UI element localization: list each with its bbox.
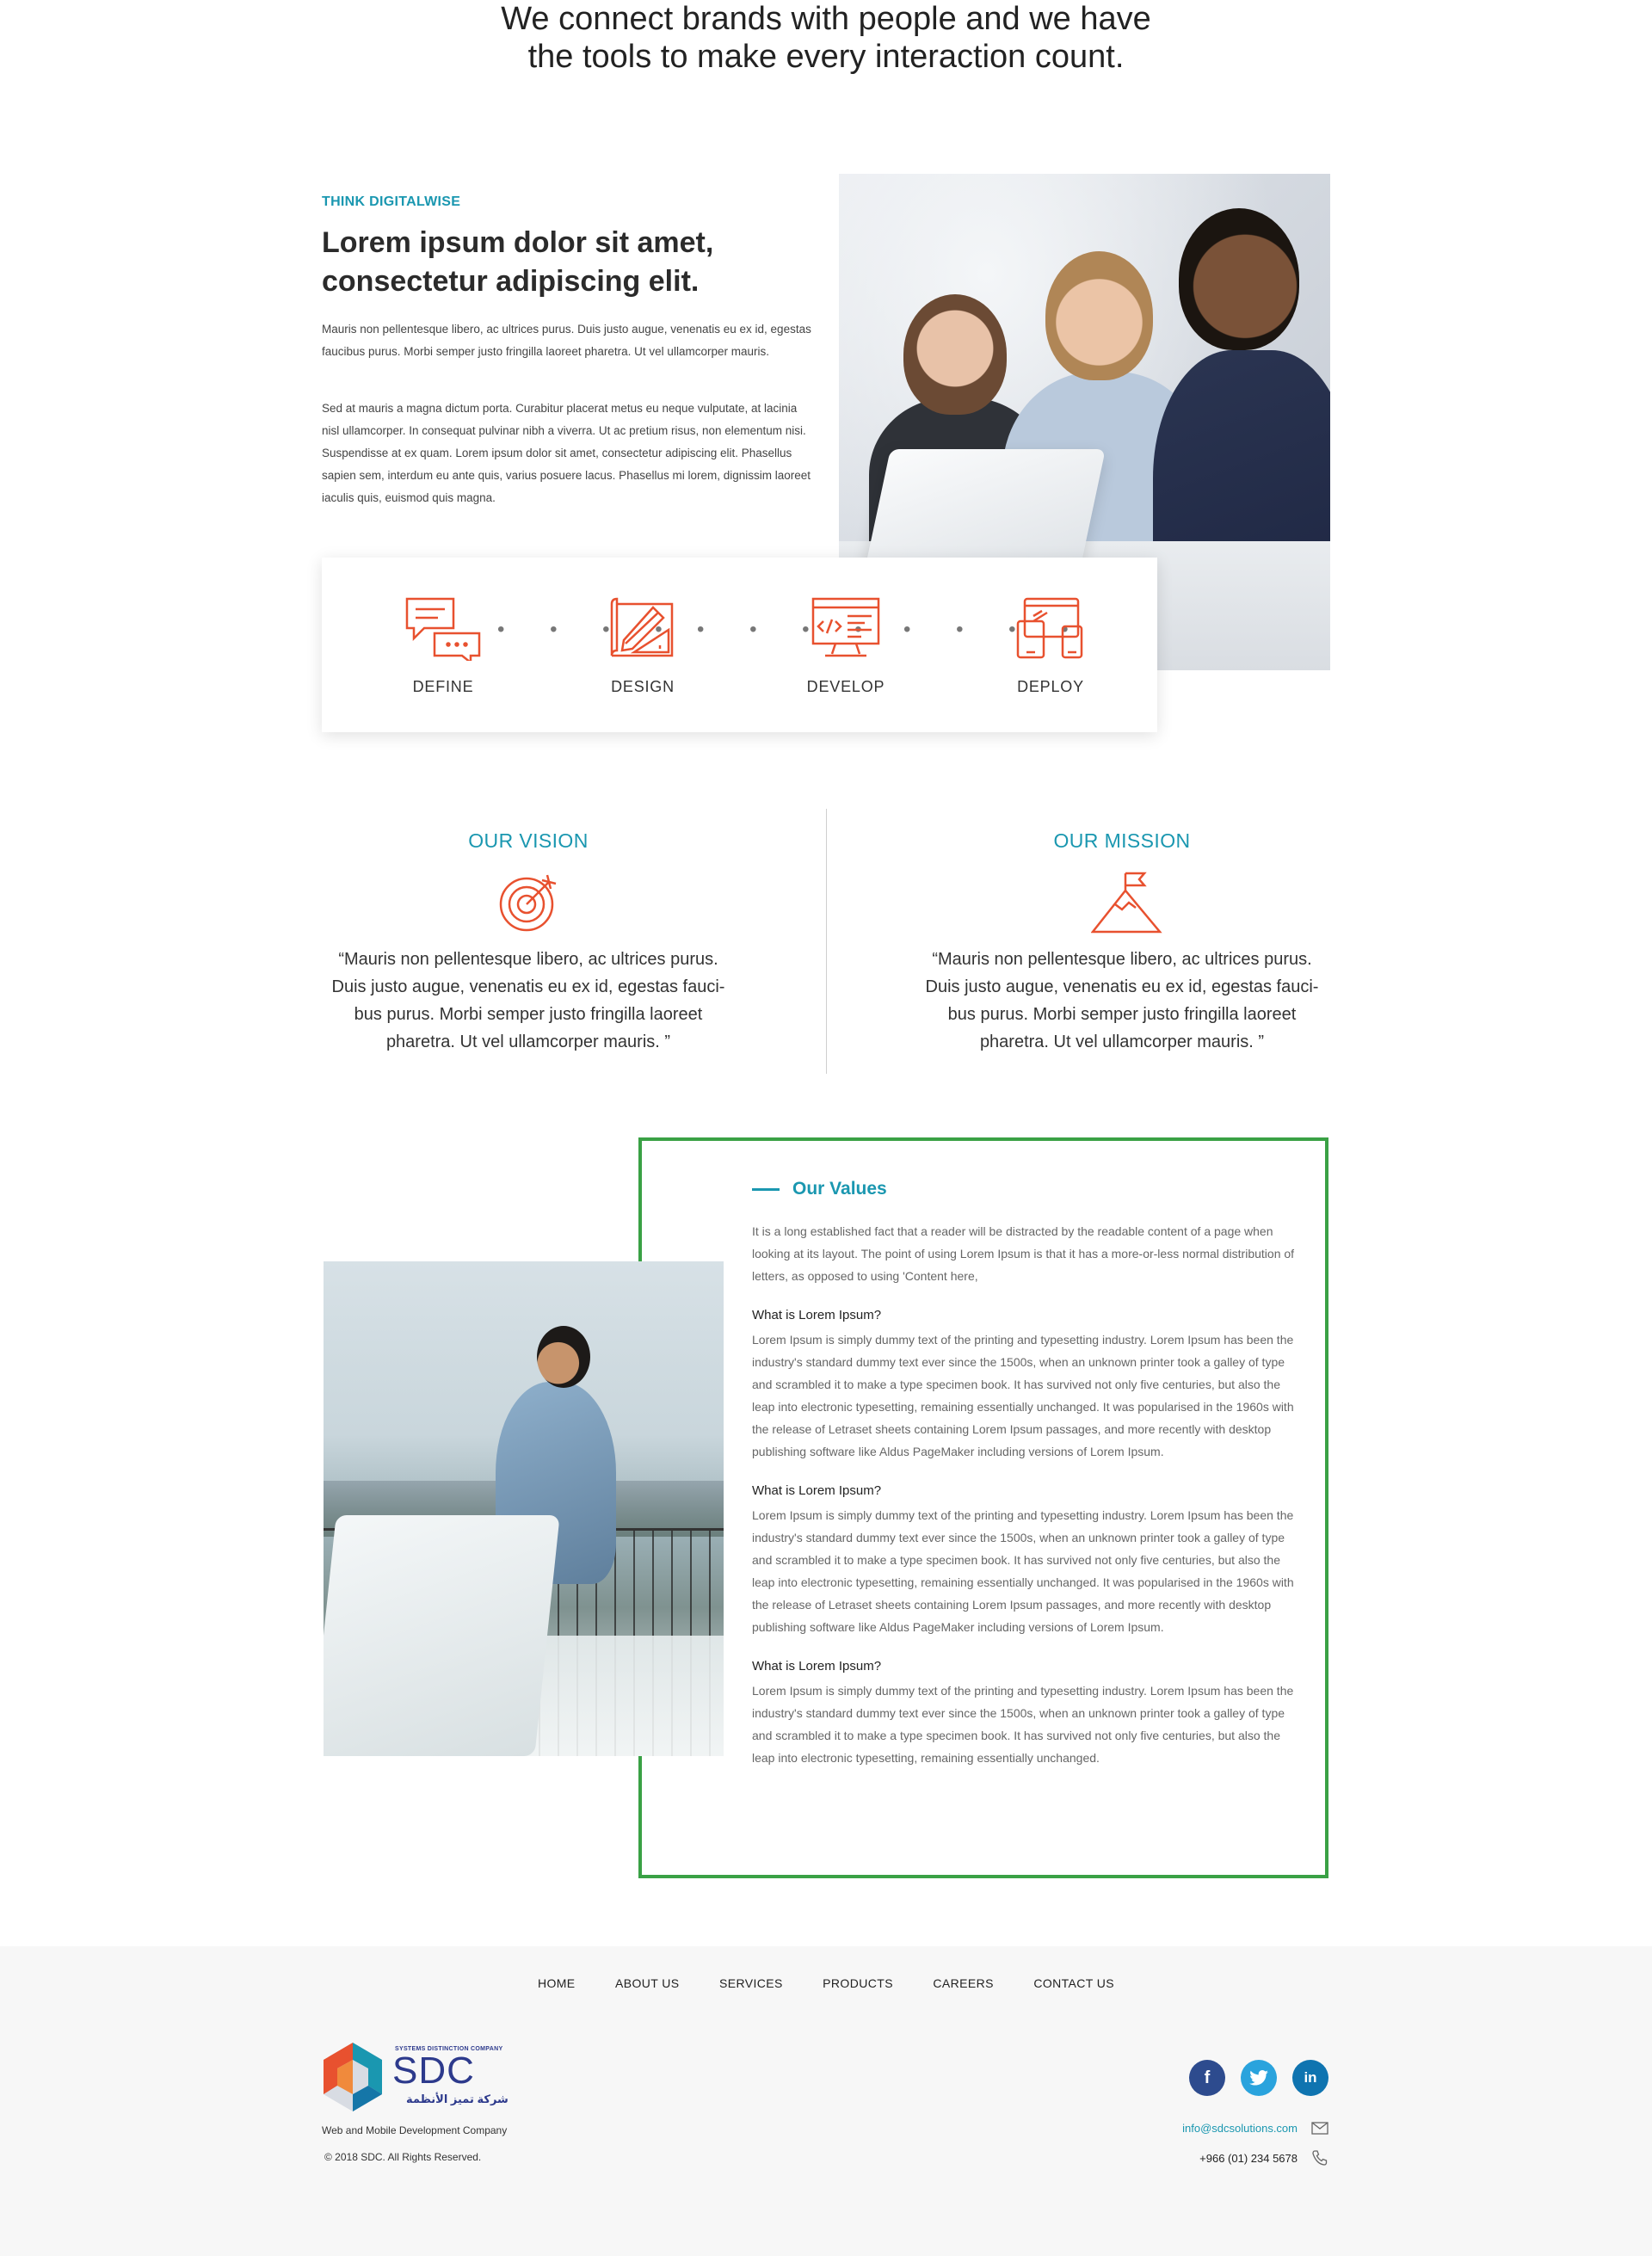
mountain-flag-icon [1090,872,1162,934]
values-item-body: Lorem Ipsum is simply dummy text of the … [752,1508,1294,1634]
vision-mission-section: OUR VISION “Mauris non pellentesque libe… [322,809,1330,1076]
footer-phone-number: +966 (01) 234 5678 [1199,2151,1298,2165]
values-heading-bar [752,1187,780,1191]
about-heading: Lorem ipsum dolor sit amet, consectetur … [322,226,714,298]
mail-icon [1311,2122,1328,2135]
logo-brand: SDC [392,2050,475,2092]
twitter-icon[interactable] [1241,2060,1277,2096]
values-content: Our Values It is a long established fact… [752,1179,1303,1769]
values-item-title: What is Lorem Ipsum? [752,1483,882,1498]
process-step-label: DESIGN [611,678,675,695]
linkedin-icon[interactable]: in [1292,2060,1328,2096]
values-intro: It is a long established fact that a rea… [752,1224,1295,1283]
values-item-body: Lorem Ipsum is simply dummy text of the … [752,1684,1294,1765]
values-item: What is Lorem Ipsum? Lorem Ipsum is simp… [752,1306,1303,1463]
process-step-label: DEVELOP [806,678,885,695]
target-icon [497,872,559,934]
footer-nav-contact[interactable]: CONTACT US [1033,1976,1114,1990]
process-step-deploy: DEPLOY [990,594,1111,696]
footer-nav: HOME ABOUT US SERVICES PRODUCTS CAREERS … [0,1976,1652,1992]
process-step-label: DEFINE [412,678,474,695]
values-title: Our Values [792,1179,887,1199]
vision-quote: “Mauris non pellentesque libero, ac ultr… [331,950,725,1051]
social-links: f in [1189,2060,1328,2096]
footer-email-row: info@sdcsolutions.com [1182,2122,1328,2135]
logo-arabic-name: شركة تميز الأنظمة [406,2093,509,2105]
mission-quote: “Mauris non pellentesque libero, ac ultr… [925,950,1319,1051]
footer-company-description: Web and Mobile Development Company [322,2124,508,2136]
footer-nav-home[interactable]: HOME [538,1976,576,1990]
process-step-develop: DEVELOP [786,594,906,696]
process-step-design: DESIGN [583,594,703,696]
values-item-body: Lorem Ipsum is simply dummy text of the … [752,1333,1294,1458]
code-monitor-icon [803,594,889,663]
footer: HOME ABOUT US SERVICES PRODUCTS CAREERS … [0,1946,1652,2256]
footer-nav-about[interactable]: ABOUT US [615,1976,680,1990]
process-card: DEFINE • • • • DESIGN • • • • DEVELOP • … [322,558,1157,732]
vision-title: OUR VISION [468,829,589,852]
values-photo [324,1261,724,1756]
hero-title: We connect brands with people and we hav… [501,1,1151,75]
about-paragraph-1: Mauris non pellentesque libero, ac ultri… [322,323,811,358]
mission-title: OUR MISSION [1053,829,1191,852]
process-step-define: DEFINE [383,594,503,696]
drafting-tools-icon [600,594,686,663]
footer-nav-services[interactable]: SERVICES [719,1976,783,1990]
sdc-logo-mark-icon [324,2043,382,2111]
values-heading: Our Values [752,1179,1303,1199]
footer-nav-careers[interactable]: CAREERS [933,1976,993,1990]
values-item: What is Lorem Ipsum? Lorem Ipsum is simp… [752,1482,1303,1638]
values-item-title: What is Lorem Ipsum? [752,1659,882,1674]
about-eyebrow: THINK DIGITALWISE [322,194,461,209]
footer-nav-products[interactable]: PRODUCTS [823,1976,893,1990]
multi-device-icon [1008,594,1094,663]
vision-mission-divider [826,809,827,1074]
process-step-label: DEPLOY [1017,678,1084,695]
vision-column: OUR VISION “Mauris non pellentesque libe… [322,809,735,1056]
values-item-title: What is Lorem Ipsum? [752,1308,882,1322]
phone-icon [1312,2150,1328,2166]
values-item: What is Lorem Ipsum? Lorem Ipsum is simp… [752,1657,1303,1769]
mission-column: OUR MISSION “Mauris non pellentesque lib… [915,809,1328,1056]
about-paragraph-2: Sed at mauris a magna dictum porta. Cura… [322,402,811,504]
footer-copyright: © 2018 SDC. All Rights Reserved. [324,2151,482,2163]
chat-bubbles-icon [400,594,486,663]
sdc-logo[interactable]: SYSTEMS DISTINCTION COMPANY SDC شركة تمي… [320,2041,509,2117]
footer-email-link[interactable]: info@sdcsolutions.com [1182,2122,1298,2135]
facebook-icon[interactable]: f [1189,2060,1225,2096]
footer-phone-row: +966 (01) 234 5678 [1199,2149,1328,2167]
